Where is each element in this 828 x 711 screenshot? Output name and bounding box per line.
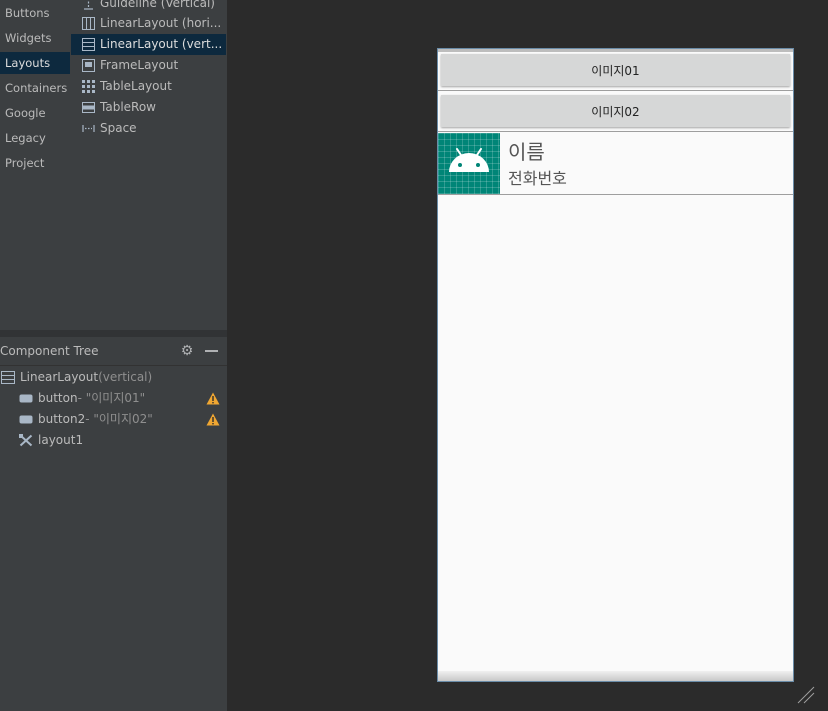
tree-item-label: layout1 [38,430,83,451]
contact-item[interactable]: 이름 전화번호 [438,133,793,194]
divider [438,131,793,132]
component-tree-title: Component Tree [0,344,99,358]
device-preview[interactable]: 이미지01 이미지02 이름 전화번호 [437,48,794,682]
category-containers[interactable]: Containers [0,77,70,99]
palette-item-label: LinearLayout (vert... [100,37,223,51]
gear-icon[interactable]: ⚙ [179,343,195,359]
image01-button[interactable]: 이미지01 [441,54,790,86]
linearlayout-vertical-icon [82,38,95,51]
palette-categories: Buttons Widgets Layouts Containers Googl… [0,0,70,330]
tree-item-button[interactable]: button- "이미지01" [0,388,227,409]
contact-name: 이름 [508,140,545,164]
button-icon [19,394,33,403]
tree-item-layout1[interactable]: layout1 [0,430,227,451]
category-buttons[interactable]: Buttons [0,2,70,24]
tree-item-label: button- "이미지01" [38,388,145,409]
warning-icon[interactable] [206,392,220,405]
button-icon [19,415,33,424]
category-widgets[interactable]: Widgets [0,27,70,49]
include-tools-icon [19,434,33,447]
space-icon [82,125,95,132]
tree-item-subtitle: (vertical) [98,370,153,384]
palette-item-framelayout[interactable]: FrameLayout [71,55,226,76]
tree-item-name: button [38,391,78,405]
contact-phone: 전화번호 [508,169,567,188]
palette-item-space[interactable]: Space [71,118,226,139]
tree-item-subtitle: - "이미지02" [85,412,153,426]
resize-handle-icon[interactable] [797,686,815,704]
guideline-vertical-icon [84,0,93,10]
panel-divider[interactable] [0,330,227,337]
palette-item-label: FrameLayout [100,58,179,72]
category-project[interactable]: Project [0,152,70,174]
divider [438,194,793,195]
tree-item-name: LinearLayout [20,370,99,384]
minimize-icon[interactable] [205,350,218,352]
component-tree-header: Component Tree ⚙ [0,338,227,366]
palette-items: Guideline (Vertical) LinearLayout (hori.… [71,0,227,330]
tablerow-icon [82,102,95,113]
contact-image [438,133,500,194]
linearlayout-horizontal-icon [82,17,95,30]
tree-item-subtitle: - "이미지01" [77,391,146,405]
palette-item-tablerow[interactable]: TableRow [71,97,226,118]
divider [438,90,793,91]
palette-item-guideline-vertical[interactable]: Guideline (Vertical) [71,0,226,14]
category-google[interactable]: Google [0,102,70,124]
tablelayout-icon [82,80,95,93]
category-layouts[interactable]: Layouts [0,52,70,74]
palette-item-label: Guideline (Vertical) [100,0,215,10]
palette-item-label: LinearLayout (hori... [100,16,222,30]
tree-item-label: button2- "이미지02" [38,409,153,430]
tree-item-name: layout1 [38,433,84,447]
palette-panel: Buttons Widgets Layouts Containers Googl… [0,0,227,330]
tree-item-linearlayout[interactable]: LinearLayout(vertical) [0,367,227,388]
palette-item-label: TableLayout [100,79,172,93]
palette-item-label: TableRow [100,100,156,114]
device-top-edge [438,49,793,52]
tree-item-name: button2 [38,412,86,426]
warning-icon[interactable] [206,413,220,426]
framelayout-icon [82,59,95,72]
palette-item-tablelayout[interactable]: TableLayout [71,76,226,97]
device-bottom-edge [438,671,793,681]
left-panel: Buttons Widgets Layouts Containers Googl… [0,0,227,711]
tree-item-label: LinearLayout(vertical) [20,367,152,388]
category-legacy[interactable]: Legacy [0,127,70,149]
palette-item-linearlayout-vertical[interactable]: LinearLayout (vert... [71,34,226,55]
palette-item-linearlayout-horizontal[interactable]: LinearLayout (hori... [71,13,226,34]
palette-item-label: Space [100,121,137,135]
tree-item-button2[interactable]: button2- "이미지02" [0,409,227,430]
image02-button[interactable]: 이미지02 [441,95,790,127]
linearlayout-vertical-icon [1,371,15,384]
android-icon [449,148,489,172]
